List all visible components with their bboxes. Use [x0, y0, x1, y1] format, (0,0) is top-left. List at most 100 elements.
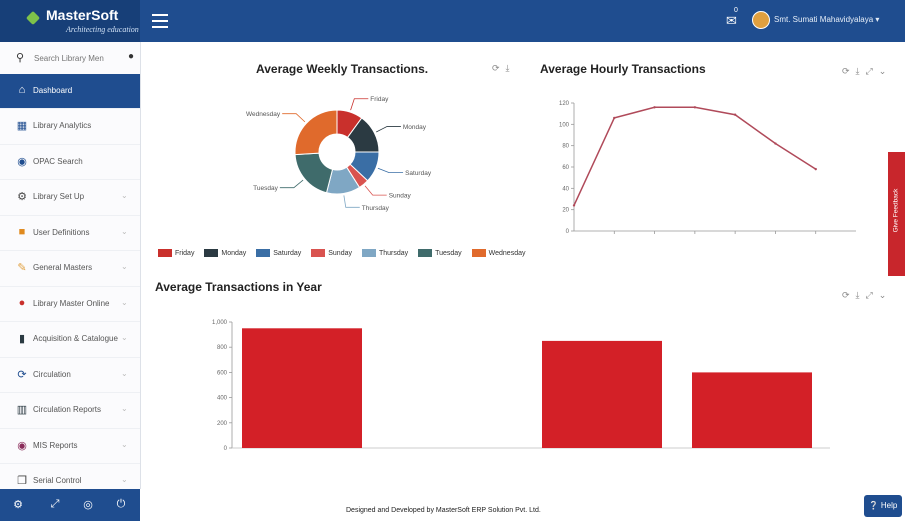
y-tick-label: 200: [217, 421, 228, 427]
hourly-chart-tools: ⟳ ⤓ ⤢ ⌄: [842, 66, 892, 77]
pie-leader-line: [343, 195, 360, 208]
y-tick-label: 800: [217, 345, 228, 351]
sidebar-item-library-master-online[interactable]: ● Library Master Online ⌄: [0, 287, 140, 322]
legend-item-monday[interactable]: Monday: [204, 249, 246, 257]
chevron-down-icon: ⌄: [121, 262, 128, 271]
pie-slice-wednesday[interactable]: [294, 109, 338, 156]
sidebar-item-label: Serial Control: [33, 476, 82, 485]
logo-tagline: Architecting education: [66, 25, 139, 34]
sidebar-item-label: Library Analytics: [33, 121, 92, 130]
legend-item-wednesday[interactable]: Wednesday: [471, 249, 525, 257]
collapse-icon[interactable]: ⌄: [879, 290, 887, 300]
pie-label: Monday: [403, 124, 427, 131]
refresh-icon: ⟳: [17, 368, 27, 381]
sidebar-item-circulation-reports[interactable]: ▥ Circulation Reports ⌄: [0, 393, 140, 429]
menu-toggle-icon[interactable]: [152, 10, 168, 30]
chevron-down-icon: ⌄: [121, 191, 128, 200]
user-group-icon: ●: [18, 296, 26, 309]
pie-leader-line: [279, 179, 304, 189]
line-point[interactable]: [653, 106, 656, 109]
y-tick-label: 600: [217, 370, 228, 376]
chevron-down-icon: ⌄: [121, 368, 128, 378]
line-point[interactable]: [572, 204, 576, 207]
download-icon[interactable]: ⤓: [506, 63, 510, 73]
fullscreen-icon[interactable]: ⤢: [48, 498, 62, 511]
legend-label: Sunday: [328, 249, 352, 257]
download-icon[interactable]: ⤓: [856, 290, 860, 300]
sidebar-item-label: Library Master Online: [33, 298, 110, 308]
line-point[interactable]: [774, 142, 777, 145]
legend-item-sunday[interactable]: Sunday: [311, 249, 352, 257]
cogs-icon: ⚙: [17, 191, 27, 203]
chevron-down-icon: ⌄: [121, 404, 128, 413]
sidebar: ⚲ ● ⌂ Dashboard ▦ Library Analytics ◉ OP…: [0, 42, 141, 500]
legend-label: Friday: [175, 249, 195, 257]
chevron-down-icon: ⌄: [121, 475, 128, 484]
sidebar-item-dashboard[interactable]: ⌂ Dashboard: [0, 74, 140, 109]
logo[interactable]: MasterSoft Architecting education: [0, 0, 140, 42]
lock-icon[interactable]: ◎: [81, 498, 95, 511]
help-label: Help: [880, 501, 898, 510]
search-icon[interactable]: ⚲: [16, 51, 24, 64]
search-input[interactable]: [34, 50, 122, 66]
bar[interactable]: [542, 340, 662, 448]
notification-count: 0: [734, 7, 738, 14]
y-tick-label: 80: [562, 144, 569, 150]
collapse-icon[interactable]: ⌄: [879, 66, 887, 76]
legend-swatch: [361, 249, 376, 257]
legend-swatch: [418, 249, 433, 257]
weekly-chart-title: Average Weekly Transactions.: [256, 62, 429, 76]
top-bar: MasterSoft Architecting education ✉ 0 Sm…: [0, 0, 905, 42]
bar[interactable]: [242, 328, 362, 448]
pie-leader-line: [376, 126, 401, 133]
pie-slice-tuesday[interactable]: [294, 152, 334, 194]
chevron-down-icon: ⌄: [121, 333, 128, 342]
sidebar-item-general-masters[interactable]: ✎ General Masters ⌄: [0, 251, 140, 287]
sidebar-item-library-setup[interactable]: ⚙ Library Set Up ⌄: [0, 180, 140, 216]
refresh-icon[interactable]: ⟳: [492, 63, 500, 73]
bar[interactable]: [692, 372, 812, 448]
legend-swatch: [158, 249, 172, 257]
line-point[interactable]: [814, 167, 817, 171]
line-point[interactable]: [733, 113, 737, 116]
download-icon[interactable]: ⤓: [856, 66, 860, 76]
help-button[interactable]: ❔ Help: [864, 495, 902, 517]
edit-icon: ✎: [17, 262, 27, 274]
users-icon: ■: [18, 225, 26, 238]
legend-label: Monday: [221, 249, 247, 257]
weekly-pie-chart: Friday Monday Saturday Sunday Thursday Tuesda…: [246, 96, 432, 212]
legend-item-friday[interactable]: Friday: [158, 249, 194, 257]
avatar[interactable]: [752, 11, 770, 29]
refresh-icon[interactable]: ⟳: [842, 66, 850, 76]
refresh-icon[interactable]: ⟳: [842, 290, 850, 300]
feedback-tab[interactable]: Give Feedback: [888, 152, 905, 276]
sidebar-item-library-analytics[interactable]: ▦ Library Analytics: [0, 109, 140, 145]
bar-chart-icon: ▦: [16, 120, 28, 132]
user-name: Smt. Sumati Mahavidyalaya: [774, 15, 874, 24]
line-point[interactable]: [693, 106, 697, 109]
power-icon[interactable]: ⏻: [114, 498, 128, 511]
line-point[interactable]: [613, 116, 616, 120]
pie-label: Friday: [370, 96, 389, 103]
legend-item-saturday[interactable]: Saturday: [256, 249, 301, 257]
sidebar-item-mis-reports[interactable]: ◉ MIS Reports ⌄: [0, 429, 140, 464]
sidebar-item-opac-search[interactable]: ◉ OPAC Search: [0, 145, 140, 180]
weekly-chart-tools: ⟳ ⤓: [492, 63, 516, 74]
fullscreen-icon[interactable]: ⤢: [866, 66, 873, 76]
settings-icon[interactable]: ⚙: [11, 498, 25, 511]
user-menu[interactable]: Smt. Sumati Mahavidyalaya ▾: [774, 15, 879, 24]
weekly-chart-legend: Friday Monday Saturday Sunday Thursday T…: [158, 249, 533, 261]
legend-item-thursday[interactable]: Thursday: [361, 249, 408, 257]
legend-swatch: [471, 249, 486, 257]
sidebar-item-label: General Masters: [33, 263, 93, 272]
sidebar-item-circulation[interactable]: ⟳ Circulation ⌄: [0, 358, 140, 393]
notification-icon[interactable]: ✉: [726, 13, 737, 29]
yearly-bar-chart: 0 200 400 600 800 1,000: [212, 320, 830, 452]
sidebar-item-acquisition-catalogue[interactable]: ▮ Acquisition & Catalogue ⌄: [0, 322, 140, 358]
fullscreen-icon[interactable]: ⤢: [866, 290, 873, 300]
legend-item-tuesday[interactable]: Tuesday: [418, 249, 462, 257]
sidebar-item-label: Acquisition & Catalogue: [33, 334, 118, 343]
line-series[interactable]: [573, 106, 817, 206]
microphone-icon[interactable]: ●: [128, 51, 134, 62]
sidebar-item-user-definitions[interactable]: ■ User Definitions ⌄: [0, 216, 140, 251]
